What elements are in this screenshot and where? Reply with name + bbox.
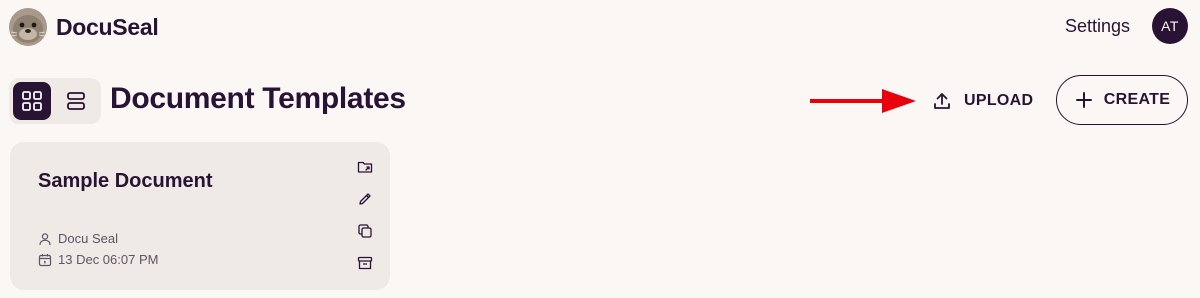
template-title: Sample Document	[38, 170, 213, 192]
template-author: Docu Seal	[58, 231, 118, 246]
template-date-row: 13 Dec 06:07 PM	[38, 249, 158, 270]
template-author-row: Docu Seal	[38, 228, 158, 249]
templates-toolbar: Document Templates UPLOAD CREATE	[0, 74, 1200, 128]
app-logo[interactable]: DocuSeal	[8, 7, 159, 47]
template-actions	[356, 158, 374, 286]
list-view-button[interactable]	[57, 82, 95, 120]
calendar-icon	[38, 253, 52, 266]
copy-button[interactable]	[356, 222, 374, 240]
template-meta: Docu Seal 13 Dec 06:07 PM	[38, 228, 158, 270]
edit-button[interactable]	[356, 190, 374, 208]
user-icon	[39, 232, 51, 245]
template-card[interactable]: Sample Document Docu Seal 13 Dec 06:07 P…	[10, 142, 390, 290]
upload-label: UPLOAD	[964, 92, 1034, 109]
user-avatar[interactable]: AT	[1152, 8, 1188, 44]
move-to-folder-button[interactable]	[356, 158, 374, 176]
archive-icon	[357, 256, 373, 270]
list-view-icon	[67, 92, 85, 110]
copy-icon	[358, 224, 372, 238]
move-to-folder-icon	[357, 161, 373, 173]
upload-icon	[934, 93, 950, 109]
archive-button[interactable]	[356, 254, 374, 272]
upload-button[interactable]: UPLOAD	[924, 80, 1041, 122]
create-label: CREATE	[1103, 91, 1171, 108]
create-button[interactable]: CREATE	[1056, 75, 1188, 125]
settings-link[interactable]: Settings	[1065, 16, 1130, 37]
top-bar: DocuSeal Settings AT	[0, 0, 1200, 54]
template-date: 13 Dec 06:07 PM	[58, 252, 159, 267]
edit-icon	[359, 193, 371, 205]
seal-logo-icon	[9, 8, 47, 46]
page-title: Document Templates	[110, 82, 406, 115]
view-toggle	[9, 78, 101, 124]
plus-icon	[1075, 92, 1092, 108]
grid-view-icon	[22, 91, 42, 111]
annotation-arrow-icon	[810, 89, 916, 113]
app-name: DocuSeal	[56, 13, 159, 40]
grid-view-button[interactable]	[13, 82, 51, 120]
